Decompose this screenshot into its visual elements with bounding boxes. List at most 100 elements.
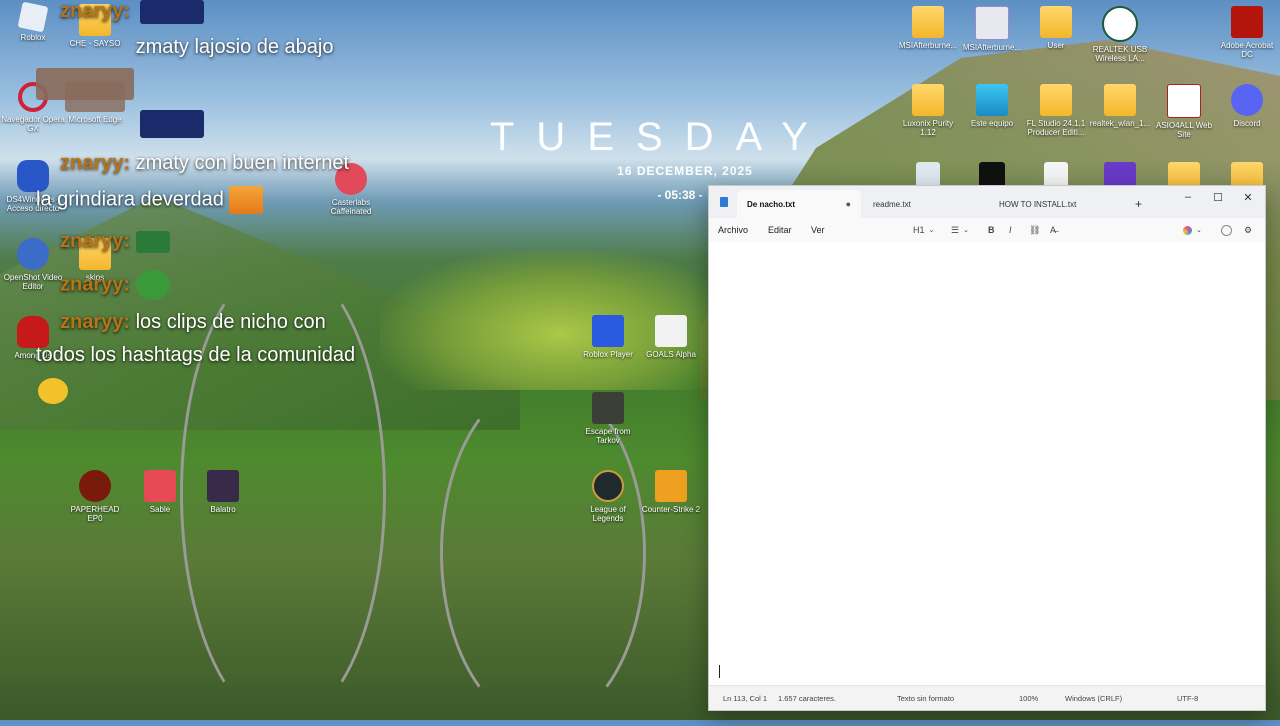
desktop-icon-discord[interactable]: Discord [1214,84,1280,128]
roblox-player-icon [592,315,624,347]
menu-editar[interactable]: Editar [768,225,792,235]
clock-day: TUESDAY [490,115,830,159]
chat-message: todos los hashtags de la comunidad [36,344,355,367]
chevron-down-icon: ⌄ [928,227,935,234]
chat-text: todos los hashtags de la comunidad [36,344,356,366]
chat-text: los clips de nicho con [135,311,326,333]
account-icon[interactable] [1221,222,1232,238]
folder-icon [1104,84,1136,116]
desktop-icon-balatro[interactable]: Balatro [190,470,256,514]
chat-emote [135,270,170,300]
chat-username: znaryy: [60,230,131,252]
settings-gear-icon[interactable]: ⚙ [1244,222,1252,238]
close-button[interactable]: ✕ [1233,186,1263,208]
cs2-icon [655,470,687,502]
heading-dropdown[interactable]: H1 ⌄ [913,222,934,238]
status-zoom[interactable]: 100% [1019,694,1038,703]
desktop-icon-cs2[interactable]: Counter-Strike 2 [638,470,704,514]
computer-icon [976,84,1008,116]
tab-readme[interactable]: readme.txt [863,190,983,218]
tab-de-nacho[interactable]: De nacho.txt ● [737,190,861,218]
new-tab-button[interactable]: + [1125,190,1147,218]
desktop-icon-tarkov[interactable]: Escape from Tarkov [575,392,641,445]
tarkov-icon [592,392,624,424]
chat-message: la grindiara deverdad [36,186,264,214]
desktop-icon-user[interactable]: User [1023,6,1089,50]
list-icon: ☰ [951,224,960,235]
folder-icon [912,84,944,116]
desktop-icon-fl-studio[interactable]: FL Studio 24.1.1 Producer Editi... [1023,84,1089,137]
discord-icon [1231,84,1263,116]
chat-username: znaryy: [60,273,131,296]
notepad-window[interactable]: De nacho.txt ● readme.txt HOW TO INSTALL… [708,185,1266,711]
menu-archivo[interactable]: Archivo [718,225,748,235]
status-encoding[interactable]: UTF-8 [1177,694,1198,703]
chat-text: zmaty lajosio de abajo [135,36,334,58]
sable-icon [144,470,176,502]
roblox-icon [17,1,49,33]
desktop-icon-roblox[interactable]: Roblox [0,1,66,42]
folder-icon [1040,6,1072,38]
copilot-icon[interactable]: ⌄ [1183,222,1202,238]
chat-emote [38,378,68,404]
status-bar: Ln 113, Col 1 1.657 caracteres. Texto si… [709,685,1265,710]
title-bar[interactable]: De nacho.txt ● readme.txt HOW TO INSTALL… [709,186,1265,218]
desktop-icon-luxonix[interactable]: Luxonix Purity 1.12 [895,84,961,137]
chat-username: znaryy: [60,0,131,22]
folder-icon [1040,84,1072,116]
chat-emote [140,110,204,138]
desktop-icon-goals[interactable]: GOALS Alpha [638,315,704,359]
menu-ver[interactable]: Ver [811,225,825,235]
desktop-icon-msiafterburner-folder[interactable]: MSIAfterburne... [895,6,961,50]
desktop-icon-realtek-wlan[interactable]: realtek_wlan_1... [1087,84,1153,128]
installer-icon [975,6,1009,40]
desktop-icon-realtek[interactable]: REALTEK USB Wireless LA... [1087,6,1153,63]
chevron-down-icon: ⌄ [1196,227,1202,234]
maximize-button[interactable]: ☐ [1203,186,1233,208]
desktop-icon-este-equipo[interactable]: Este equipo [959,84,1025,128]
desktop-icon-paperhead[interactable]: PAPERHEAD EP0 [62,470,128,523]
desktop-icon-league[interactable]: League of Legends [575,470,641,523]
bold-button[interactable]: B [988,222,995,238]
goals-icon [655,315,687,347]
text-editor[interactable] [709,242,1265,686]
desktop-icon-msiafterburner-installer[interactable]: MSIAfterburne... [959,6,1025,52]
clear-format-icon[interactable]: A̶ [1050,222,1056,238]
italic-button[interactable]: I [1009,222,1012,238]
realtek-icon [1102,6,1138,42]
acrobat-icon [1231,6,1263,38]
tab-how-to-install[interactable]: HOW TO INSTALL.txt [989,190,1119,218]
chat-message: znaryy: [60,230,170,253]
menu-bar: Archivo Editar Ver H1 ⌄ ☰ ⌄ B I ⛓ A̶ ⌄ ⚙ [709,218,1265,243]
folder-icon [912,6,944,38]
desktop-icon-roblox-player[interactable]: Roblox Player [575,315,641,359]
chat-emote [36,68,134,100]
chevron-down-icon: ⌄ [963,227,969,234]
status-cursor-position: Ln 113, Col 1 [723,694,768,703]
list-dropdown[interactable]: ☰ ⌄ [951,222,969,238]
chat-message: znaryy: zmaty lajosio de abajo [60,36,334,59]
link-icon[interactable]: ⛓ [1029,222,1040,238]
notepad-app-icon [720,197,728,207]
desktop-icon-openshot[interactable]: OpenShot Video Editor [0,238,66,291]
chat-message: znaryy: zmaty con buen internet [60,152,349,175]
chat-emote [135,230,170,253]
chat-username: znaryy: [60,311,131,333]
balatro-icon [207,470,239,502]
chat-text: la grindiara deverdad [36,188,224,211]
desktop-icon-sable[interactable]: Sable [127,470,193,514]
text-caret [719,665,720,678]
status-format[interactable]: Texto sin formato [897,694,954,703]
desktop-icon-acrobat[interactable]: Adobe Acrobat DC [1214,6,1280,59]
chat-emote [229,186,264,214]
chat-message: znaryy: [60,0,130,23]
desktop-icon-asio4all[interactable]: ASIO4ALL Web Site [1151,84,1217,139]
status-line-ending[interactable]: Windows (CRLF) [1065,694,1122,703]
close-tab-icon[interactable]: ● [846,199,851,209]
chat-text: zmaty con buen internet [135,152,350,174]
asio-icon [1167,84,1201,118]
paperhead-icon [79,470,111,502]
minimize-button[interactable]: – [1173,186,1203,208]
plus-icon: + [1135,197,1143,211]
league-icon [592,470,624,502]
